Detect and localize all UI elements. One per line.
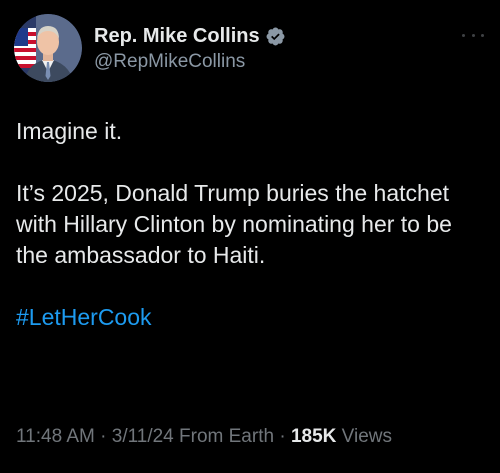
author-names: Rep. Mike Collins @RepMikeCollins [94, 23, 286, 73]
display-name[interactable]: Rep. Mike Collins [94, 25, 260, 48]
verified-badge-icon[interactable] [265, 26, 286, 47]
tweet-body: It’s 2025, Donald Trump buries the hatch… [16, 180, 452, 268]
hashtag-link[interactable]: #LetHerCook [16, 304, 152, 330]
tweet-meta: 11:48 AM · 3/11/24 From Earth · 185K Vie… [16, 426, 392, 448]
tweet-header: Rep. Mike Collins @RepMikeCollins [14, 14, 486, 86]
tweet-time[interactable]: 11:48 AM [16, 426, 95, 447]
meta-separator: · [279, 426, 286, 447]
more-horizontal-icon[interactable] [462, 30, 484, 40]
display-name-row: Rep. Mike Collins [94, 23, 286, 49]
avatar[interactable] [14, 14, 82, 82]
tweet-text: Imagine it. It’s 2025, Donald Trump buri… [16, 116, 484, 333]
views-label: Views [341, 426, 392, 447]
tweet-source: From Earth [179, 426, 275, 447]
handle[interactable]: @RepMikeCollins [94, 51, 286, 73]
meta-separator: · [100, 426, 107, 447]
tweet-intro: Imagine it. [16, 118, 123, 144]
tweet-date[interactable]: 3/11/24 [112, 426, 174, 447]
views-count[interactable]: 185K [291, 426, 336, 447]
